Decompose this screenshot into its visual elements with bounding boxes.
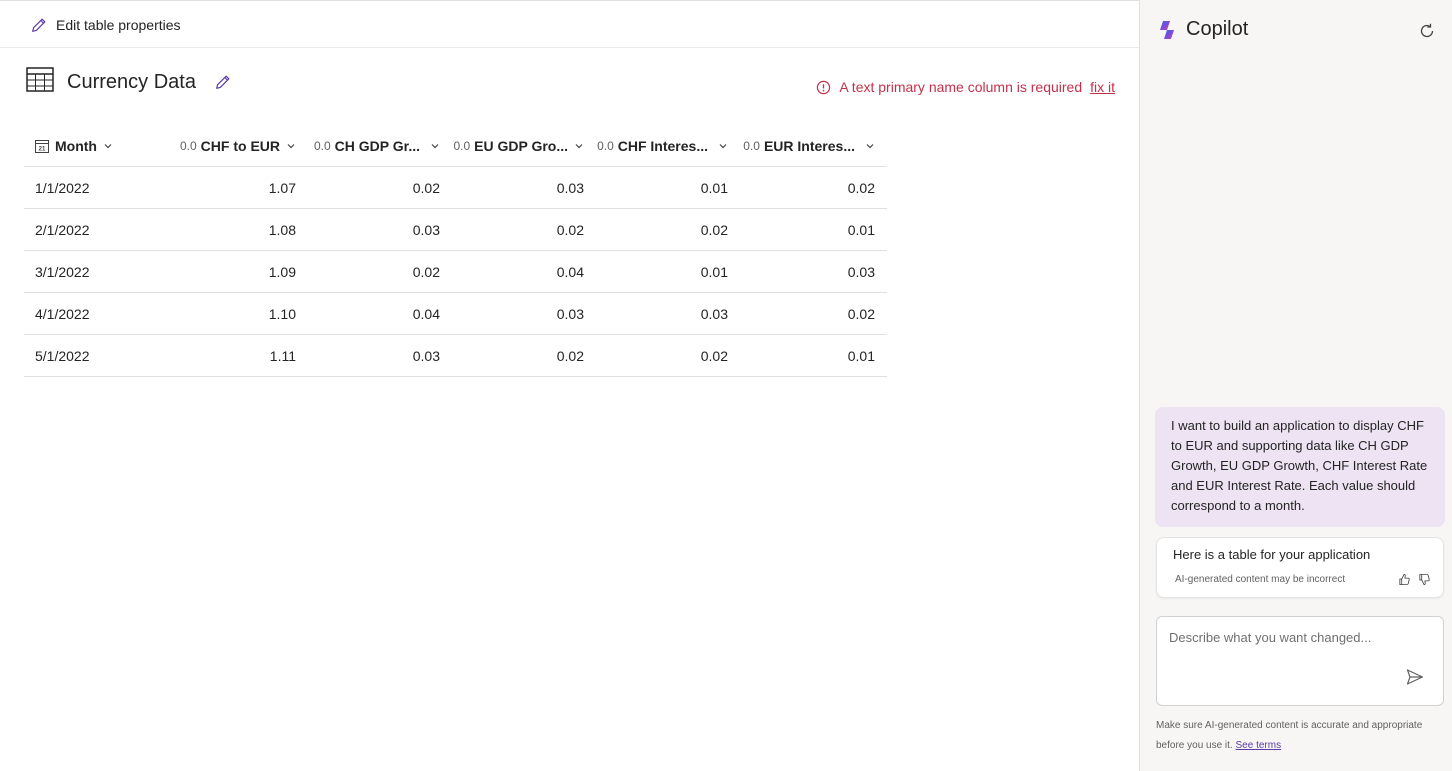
cell-month[interactable]: 1/1/2022	[24, 167, 164, 208]
fix-it-link[interactable]: fix it	[1090, 79, 1115, 95]
column-header-eur-interest-rate[interactable]: 0.0 EUR Interes...	[740, 125, 887, 166]
copilot-logo-icon	[1160, 20, 1174, 39]
chevron-down-icon	[104, 143, 112, 148]
error-circle-icon	[817, 80, 831, 94]
warning-text: A text primary name column is required	[839, 79, 1083, 95]
cell-chf-to-eur[interactable]: 1.09	[164, 251, 308, 292]
copilot-title: Copilot	[1186, 18, 1249, 40]
cell-chf-to-eur[interactable]: 1.11	[164, 335, 308, 376]
column-header-chf-to-eur[interactable]: 0.0 CHF to EUR	[164, 125, 308, 166]
decimal-type-icon: 0.0	[743, 138, 760, 153]
column-header-month[interactable]: 21 Month	[24, 125, 164, 166]
edit-table-properties-button[interactable]: Edit table properties	[30, 16, 181, 34]
cell-chf-interest-rate[interactable]: 0.03	[596, 293, 740, 334]
send-icon[interactable]	[1405, 667, 1425, 687]
decimal-type-icon: 0.0	[597, 138, 614, 153]
primary-column-warning: A text primary name column is required f…	[816, 79, 1115, 95]
cell-chf-interest-rate[interactable]: 0.02	[596, 335, 740, 376]
copilot-header: Copilot	[1156, 18, 1248, 41]
cell-chf-interest-rate[interactable]: 0.01	[596, 251, 740, 292]
grid-header-row: 21 Month 0.0 CHF to EUR 0.0 CH GDP Gr...…	[24, 125, 887, 167]
cell-eu-gdp-growth[interactable]: 0.02	[452, 335, 596, 376]
cell-eur-interest-rate[interactable]: 0.02	[740, 293, 887, 334]
command-bar: Edit table properties	[0, 2, 1139, 48]
pencil-icon	[32, 18, 46, 32]
cell-eur-interest-rate[interactable]: 0.03	[740, 251, 887, 292]
footer-disclaimer-text: Make sure AI-generated content is accura…	[1156, 720, 1423, 751]
cell-eur-interest-rate[interactable]: 0.01	[740, 209, 887, 250]
table-row[interactable]: 1/1/2022 1.07 0.02 0.03 0.01 0.02	[24, 167, 887, 209]
decimal-type-icon: 0.0	[179, 138, 197, 153]
table-row[interactable]: 2/1/2022 1.08 0.03 0.02 0.02 0.01	[24, 209, 887, 251]
cell-month[interactable]: 5/1/2022	[24, 335, 164, 376]
calendar-icon-day: 21	[39, 146, 46, 152]
column-header-label: EU GDP Gro...	[474, 137, 568, 154]
cell-ch-gdp-growth[interactable]: 0.03	[308, 209, 452, 250]
table-row[interactable]: 5/1/2022 1.11 0.03 0.02 0.02 0.01	[24, 335, 887, 377]
chevron-down-icon	[719, 143, 727, 148]
assistant-message-text: Here is a table for your application	[1173, 547, 1371, 562]
cell-chf-to-eur[interactable]: 1.08	[164, 209, 308, 250]
copilot-panel: Copilot I want to build an application t…	[1139, 0, 1452, 771]
column-header-label: CH GDP Gr...	[334, 137, 420, 154]
chevron-down-icon	[431, 143, 439, 148]
main-area: Edit table properties Currency Data A te…	[0, 0, 1139, 771]
cell-eu-gdp-growth[interactable]: 0.03	[452, 167, 596, 208]
cell-chf-interest-rate[interactable]: 0.01	[596, 167, 740, 208]
pencil-icon[interactable]	[214, 73, 232, 91]
chevron-down-icon	[866, 143, 874, 148]
cell-month[interactable]: 3/1/2022	[24, 251, 164, 292]
cell-chf-to-eur[interactable]: 1.10	[164, 293, 308, 334]
column-header-label: EUR Interes...	[763, 137, 855, 154]
cell-chf-to-eur[interactable]: 1.07	[164, 167, 308, 208]
assistant-message-card: Here is a table for your application AI-…	[1156, 537, 1444, 598]
data-grid: 21 Month 0.0 CHF to EUR 0.0 CH GDP Gr...…	[24, 125, 887, 377]
column-header-chf-interest-rate[interactable]: 0.0 CHF Interes...	[596, 125, 740, 166]
table-row[interactable]: 4/1/2022 1.10 0.04 0.03 0.03 0.02	[24, 293, 887, 335]
decimal-type-icon: 0.0	[313, 138, 331, 153]
column-header-label: CHF Interes...	[617, 137, 708, 154]
chevron-down-icon	[287, 143, 295, 148]
cell-chf-interest-rate[interactable]: 0.02	[596, 209, 740, 250]
footer-disclaimer: Make sure AI-generated content is accura…	[1156, 716, 1446, 756]
cell-month[interactable]: 4/1/2022	[24, 293, 164, 334]
thumbs-up-icon[interactable]	[1398, 573, 1411, 586]
table-icon	[26, 66, 54, 92]
user-message-bubble: I want to build an application to displa…	[1155, 407, 1445, 527]
cell-eu-gdp-growth[interactable]: 0.04	[452, 251, 596, 292]
prompt-composer	[1156, 616, 1444, 706]
column-header-eu-gdp-growth[interactable]: 0.0 EU GDP Gro...	[452, 125, 596, 166]
refresh-icon[interactable]	[1418, 22, 1436, 40]
cell-eur-interest-rate[interactable]: 0.01	[740, 335, 887, 376]
cell-month[interactable]: 2/1/2022	[24, 209, 164, 250]
thumbs-down-icon[interactable]	[1418, 573, 1431, 586]
decimal-type-icon: 0.0	[453, 138, 471, 153]
column-header-label: Month	[55, 137, 97, 154]
calendar-icon: 21	[35, 139, 49, 153]
cell-eu-gdp-growth[interactable]: 0.02	[452, 209, 596, 250]
cell-ch-gdp-growth[interactable]: 0.02	[308, 251, 452, 292]
prompt-input[interactable]	[1157, 617, 1443, 705]
table-title-row: Currency Data	[26, 65, 232, 94]
cell-ch-gdp-growth[interactable]: 0.03	[308, 335, 452, 376]
cell-eu-gdp-growth[interactable]: 0.03	[452, 293, 596, 334]
table-row[interactable]: 3/1/2022 1.09 0.02 0.04 0.01 0.03	[24, 251, 887, 293]
column-header-label: CHF to EUR	[200, 137, 280, 154]
page-title: Currency Data	[67, 71, 196, 93]
see-terms-link[interactable]: See terms	[1236, 740, 1282, 751]
cell-eur-interest-rate[interactable]: 0.02	[740, 167, 887, 208]
edit-table-properties-label: Edit table properties	[56, 17, 181, 33]
cell-ch-gdp-growth[interactable]: 0.04	[308, 293, 452, 334]
ai-disclaimer: AI-generated content may be incorrect	[1175, 574, 1346, 585]
chevron-down-icon	[575, 143, 583, 148]
column-header-ch-gdp-growth[interactable]: 0.0 CH GDP Gr...	[308, 125, 452, 166]
cell-ch-gdp-growth[interactable]: 0.02	[308, 167, 452, 208]
